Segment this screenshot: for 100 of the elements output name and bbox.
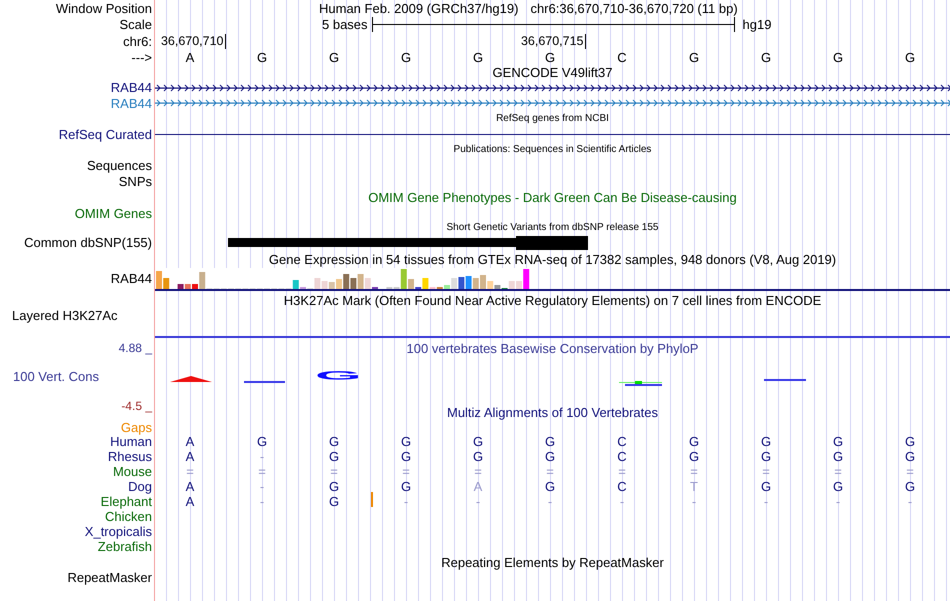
- track-label[interactable]: X_tropicalis: [84, 525, 152, 538]
- track-label[interactable]: RAB44: [110, 96, 152, 110]
- position-tick-label: 36,670,710: [160, 35, 224, 48]
- alignment-base: =: [690, 465, 698, 478]
- alignment-base: G: [472, 435, 484, 448]
- track-title: Repeating Elements by RepeatMasker: [441, 556, 664, 568]
- alignment-base: =: [474, 465, 482, 478]
- track-label[interactable]: Layered H3K27Ac: [12, 309, 118, 322]
- variant-block[interactable]: [516, 236, 588, 250]
- alignment-base: =: [834, 465, 842, 478]
- alignment-base: G: [904, 480, 916, 493]
- alignment-base: G: [544, 450, 556, 463]
- alignment-base: A: [186, 435, 194, 448]
- track-label[interactable]: OMIM Genes: [74, 206, 152, 220]
- track-label[interactable]: SNPs: [118, 174, 152, 188]
- track-title: Publications: Sequences in Scientific Articles: [454, 145, 652, 155]
- track-label[interactable]: Elephant: [100, 495, 152, 508]
- track-label[interactable]: RepeatMasker: [67, 571, 152, 584]
- row-label[interactable]: Scale: [119, 18, 152, 31]
- base-letter: G: [472, 50, 484, 64]
- gene-line[interactable]: [155, 134, 950, 136]
- track-label[interactable]: Common dbSNP(155): [24, 236, 152, 249]
- track-label[interactable]: RAB44: [110, 272, 152, 285]
- track-label[interactable]: Mouse: [112, 465, 152, 478]
- track-title: Gene Expression in 54 tissues from GTEx RNA-seq of 17382 samples, 948 donors (V8, Aug 2019): [268, 252, 836, 266]
- row-label[interactable]: Window Position: [56, 2, 152, 14]
- alignment-base: G: [760, 435, 772, 448]
- axis-max-label: 4.88 _: [118, 342, 152, 354]
- base-letter: C: [617, 50, 627, 64]
- alignment-base: G: [400, 450, 412, 463]
- conservation-peak-icon: [170, 376, 212, 382]
- position-text: chr6:36,670,710-36,670,720 (11 bp): [530, 2, 738, 14]
- conservation-line: [764, 379, 806, 381]
- alignment-base: =: [906, 465, 914, 478]
- alignment-base: G: [328, 450, 340, 463]
- alignment-base: A: [186, 495, 194, 508]
- axis-min-label: -4.5 _: [121, 400, 152, 412]
- track-title: RefSeq genes from NCBI: [496, 114, 609, 124]
- alignment-base: G: [760, 480, 772, 493]
- track-label[interactable]: Zebrafish: [98, 540, 152, 553]
- alignment-base: G: [544, 435, 556, 448]
- alignment-base: G: [760, 450, 772, 463]
- track-label[interactable]: RefSeq Curated: [58, 128, 152, 141]
- scale-text: 5 bases: [322, 18, 368, 31]
- conservation-line: [244, 381, 285, 383]
- alignment-base: -: [692, 495, 696, 508]
- track-label[interactable]: 100 Vert. Cons: [13, 369, 99, 384]
- row-label[interactable]: chr6:: [123, 35, 152, 48]
- alignment-base: G: [544, 480, 556, 493]
- alignment-base: C: [617, 450, 627, 463]
- alignment-base: G: [328, 495, 340, 508]
- alignment-base: -: [260, 480, 264, 493]
- alignment-base: G: [832, 480, 844, 493]
- track-label[interactable]: Sequences: [86, 159, 152, 172]
- track-title: Short Genetic Variants from dbSNP release 155: [446, 222, 658, 232]
- alignment-base: T: [690, 480, 698, 493]
- base-letter: G: [904, 50, 916, 64]
- alignment-base: -: [476, 495, 480, 508]
- alignment-base: G: [688, 435, 700, 448]
- alignment-base: =: [546, 465, 554, 478]
- track-title: GENCODE V49lift37: [492, 66, 612, 78]
- track-label[interactable]: Rhesus: [108, 450, 152, 463]
- base-letter: G: [400, 50, 412, 64]
- base-letter: G: [544, 50, 556, 64]
- base-letter: G: [688, 50, 700, 64]
- alignment-base: -: [908, 495, 912, 508]
- track-label[interactable]: RAB44: [110, 81, 152, 94]
- alignment-base: G: [472, 450, 484, 463]
- track-title: Multiz Alignments of 100 Vertebrates: [446, 406, 658, 419]
- alignment-base: C: [617, 435, 627, 448]
- alignment-base: G: [256, 435, 268, 448]
- track-label[interactable]: Dog: [128, 480, 152, 493]
- alignment-base: G: [832, 435, 844, 448]
- track-label[interactable]: Human: [110, 435, 152, 448]
- track-label[interactable]: Chicken: [105, 510, 152, 523]
- logo-letter: G: [315, 370, 357, 382]
- alignment-base: =: [762, 465, 770, 478]
- base-letter: G: [328, 50, 340, 64]
- base-letter: G: [832, 50, 844, 64]
- row-label[interactable]: --->: [131, 50, 152, 64]
- alignment-base: G: [904, 435, 916, 448]
- alignment-base: C: [617, 480, 627, 493]
- alignment-base: -: [404, 495, 408, 508]
- position-tick-label: 36,670,715: [520, 35, 584, 48]
- alignment-base: =: [186, 465, 194, 478]
- track-title: 100 vertebrates Basewise Conservation by PhyloP: [406, 342, 698, 355]
- track-title: H3K27Ac Mark (Often Found Near Active Regulatory Elements) on 7 cell lines from ENCODE: [284, 294, 822, 307]
- alignment-base: =: [330, 465, 338, 478]
- base-letter: G: [760, 50, 772, 64]
- alignment-base: -: [260, 495, 264, 508]
- alignment-base: -: [548, 495, 552, 508]
- alignment-base: -: [764, 495, 768, 508]
- alignment-base: -: [620, 495, 624, 508]
- alignment-base: G: [400, 480, 412, 493]
- tick-mark: [584, 34, 586, 49]
- alignment-base: =: [402, 465, 410, 478]
- track-title: OMIM Gene Phenotypes - Dark Green Can Be Disease-causing: [368, 191, 737, 204]
- alignment-base: A: [186, 480, 194, 493]
- alignment-base: G: [832, 450, 844, 463]
- conservation-mark-icon: [619, 381, 662, 386]
